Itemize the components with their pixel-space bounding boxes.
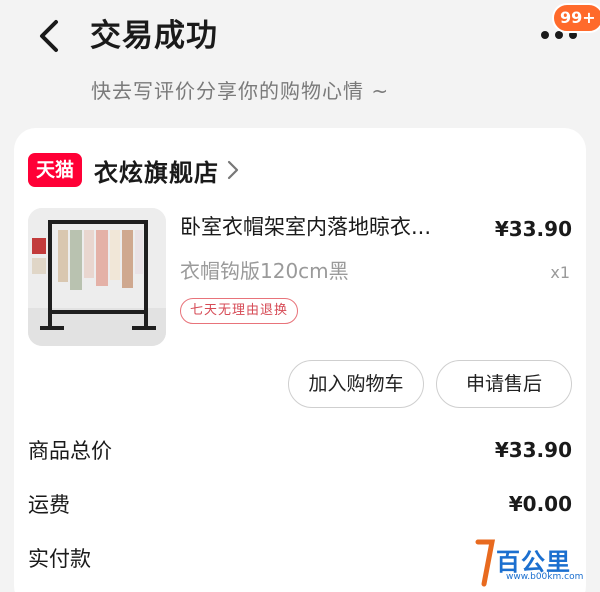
return-policy-tag: 七天无理由退换 [180, 298, 299, 324]
order-card: 天猫 衣炫旗舰店 卧室衣帽架室内落地晾衣... ¥33.90 衣帽钩版120cm… [14, 128, 586, 592]
back-button[interactable] [30, 14, 70, 58]
watermark-url: www.b00km.com [506, 572, 584, 582]
product-price: ¥33.90 [494, 217, 572, 241]
add-to-cart-button[interactable]: 加入购物车 [288, 360, 424, 408]
product-sku: 衣帽钩版120cm黑 [180, 259, 349, 283]
shipping-value: ¥0.00 [508, 492, 572, 516]
store-link[interactable]: 天猫 衣炫旗舰店 [28, 150, 241, 190]
total-value: ¥33.90 [494, 438, 572, 462]
product-image[interactable] [28, 208, 166, 346]
total-label: 商品总价 [28, 439, 112, 463]
chevron-right-icon [225, 157, 241, 183]
product-title[interactable]: 卧室衣帽架室内落地晾衣... [180, 210, 431, 244]
tmall-badge: 天猫 [28, 153, 83, 187]
header: 交易成功 99+ 快去写评价分享你的购物心情 ~ [0, 0, 600, 130]
store-name: 衣炫旗舰店 [94, 158, 220, 187]
chevron-left-icon [40, 20, 58, 52]
shipping-label: 运费 [28, 493, 70, 517]
page-subtitle: 快去写评价分享你的购物心情 ~ [91, 79, 390, 103]
notification-badge: 99+ [552, 3, 600, 33]
product-quantity: x1 [550, 263, 570, 282]
paid-label: 实付款 [28, 547, 91, 571]
page-title: 交易成功 [90, 18, 218, 54]
summary-total-row: 商品总价 ¥33.90 [28, 430, 572, 470]
summary-shipping-row: 运费 ¥0.00 [28, 484, 572, 524]
after-sale-button[interactable]: 申请售后 [436, 360, 572, 408]
